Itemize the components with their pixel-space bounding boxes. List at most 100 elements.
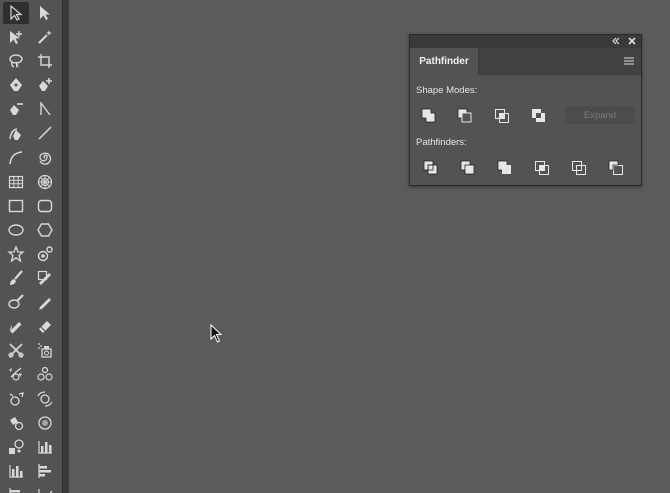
tool-button[interactable] [3, 122, 29, 144]
blob-brush-tool-icon [8, 294, 24, 309]
tool-button[interactable] [3, 436, 29, 458]
direct-selection-tool-icon [40, 6, 50, 20]
symbol-spinner-tool-icon [37, 390, 53, 407]
tool-button[interactable] [3, 147, 29, 169]
merge-icon[interactable] [496, 159, 514, 177]
tool-button[interactable] [32, 2, 58, 24]
tool-button[interactable] [32, 98, 58, 120]
rounded-rectangle-tool-icon [37, 199, 53, 212]
column-graph-tool-icon [38, 440, 52, 454]
lasso-tool-icon [9, 54, 23, 70]
close-icon[interactable] [627, 36, 637, 46]
unite-icon[interactable] [420, 107, 438, 125]
tool-button[interactable] [3, 243, 29, 265]
pathfinders-label: Pathfinders: [416, 137, 467, 148]
tool-button[interactable] [32, 243, 58, 265]
polar-grid-tool-icon [37, 174, 53, 189]
tool-button[interactable] [3, 460, 29, 482]
tool-button[interactable] [32, 147, 58, 169]
collapse-panel-icon[interactable] [611, 36, 621, 46]
artboard-tool-icon [38, 54, 52, 69]
tool-button[interactable] [3, 412, 29, 434]
tool-button[interactable] [32, 363, 58, 385]
tool-button[interactable] [3, 74, 29, 96]
line-graph-tool-icon [38, 488, 53, 493]
tool-button[interactable] [32, 26, 58, 48]
symbol-styler-tool-icon [9, 439, 24, 454]
tool-button[interactable] [32, 339, 58, 361]
tool-button[interactable] [32, 195, 58, 217]
tool-button[interactable] [3, 388, 29, 410]
intersect-icon[interactable] [493, 107, 511, 125]
tool-button[interactable] [32, 267, 58, 289]
rotate-tool-icon [9, 367, 22, 382]
selection-tool-icon [10, 4, 23, 21]
tool-button[interactable] [32, 484, 58, 493]
trim-icon[interactable] [459, 159, 477, 177]
tool-button[interactable] [32, 388, 58, 410]
paintbrush-tool-icon [10, 270, 23, 286]
ellipse-tool-icon [8, 224, 24, 236]
rectangle-tool-icon [8, 199, 24, 212]
tools-panel [0, 0, 62, 493]
tool-button[interactable] [32, 315, 58, 337]
tool-button[interactable] [3, 195, 29, 217]
delete-anchor-point-tool-icon [10, 103, 23, 116]
symbol-screener-tool-icon [38, 415, 52, 430]
tool-button[interactable] [3, 219, 29, 241]
tool-button[interactable] [32, 460, 58, 482]
spiral-tool-icon [39, 152, 52, 165]
tool-button[interactable] [32, 412, 58, 434]
tool-button[interactable] [32, 219, 58, 241]
outline-icon[interactable] [570, 159, 588, 177]
stacked-column-graph-tool-icon [9, 464, 23, 478]
group-selection-tool-icon [10, 31, 22, 45]
tool-button[interactable] [32, 291, 58, 313]
tool-button[interactable] [32, 171, 58, 193]
tool-button[interactable] [3, 315, 29, 337]
stacked-bar-graph-tool-icon [9, 487, 20, 493]
crop-icon[interactable] [533, 159, 551, 177]
tool-button[interactable] [3, 98, 29, 120]
tool-button[interactable] [32, 436, 58, 458]
exclude-icon[interactable] [530, 107, 548, 125]
pathfinder-panel: Pathfinder Shape Modes: Expand Pathfinde… [409, 34, 642, 186]
tool-button[interactable] [32, 122, 58, 144]
arc-tool-icon [9, 150, 23, 164]
magic-wand-tool-icon [38, 30, 52, 44]
tool-button[interactable] [3, 363, 29, 385]
polygon-tool-icon [37, 223, 53, 237]
tool-button[interactable] [32, 50, 58, 72]
expand-button[interactable]: Expand [565, 106, 635, 124]
star-tool-icon [7, 245, 25, 263]
rectangular-grid-tool-icon [8, 175, 24, 188]
tool-button[interactable] [3, 2, 29, 24]
panel-titlebar[interactable] [410, 35, 641, 48]
eraser-tool-icon [39, 321, 51, 334]
tab-pathfinder[interactable]: Pathfinder [410, 48, 479, 75]
tool-button[interactable] [3, 291, 29, 313]
tool-button[interactable] [3, 267, 29, 289]
anchor-point-tool-icon [40, 102, 51, 116]
tool-button[interactable] [3, 339, 29, 361]
line-segment-tool-icon [38, 126, 52, 140]
minus-back-icon[interactable] [607, 159, 625, 177]
tools-panel-edge[interactable] [62, 0, 69, 493]
symbol-shifter-tool-icon [37, 367, 53, 382]
flare-tool-icon [37, 246, 53, 262]
panel-tabbar: Pathfinder [410, 48, 641, 75]
tool-button[interactable] [3, 171, 29, 193]
shape-modes-label: Shape Modes: [416, 85, 478, 96]
smooth-tool-icon [9, 322, 22, 334]
tool-button[interactable] [32, 74, 58, 96]
symbol-stainer-tool-icon [10, 416, 24, 430]
pencil-tool-icon [39, 298, 51, 310]
tool-button[interactable] [3, 484, 29, 493]
tool-grid [3, 2, 61, 493]
tool-button[interactable] [3, 26, 29, 48]
minus-front-icon[interactable] [456, 107, 474, 125]
divide-icon[interactable] [422, 159, 440, 177]
panel-menu-icon[interactable] [623, 56, 635, 66]
symbol-scruncher-tool-icon [9, 391, 24, 406]
tool-button[interactable] [3, 50, 29, 72]
